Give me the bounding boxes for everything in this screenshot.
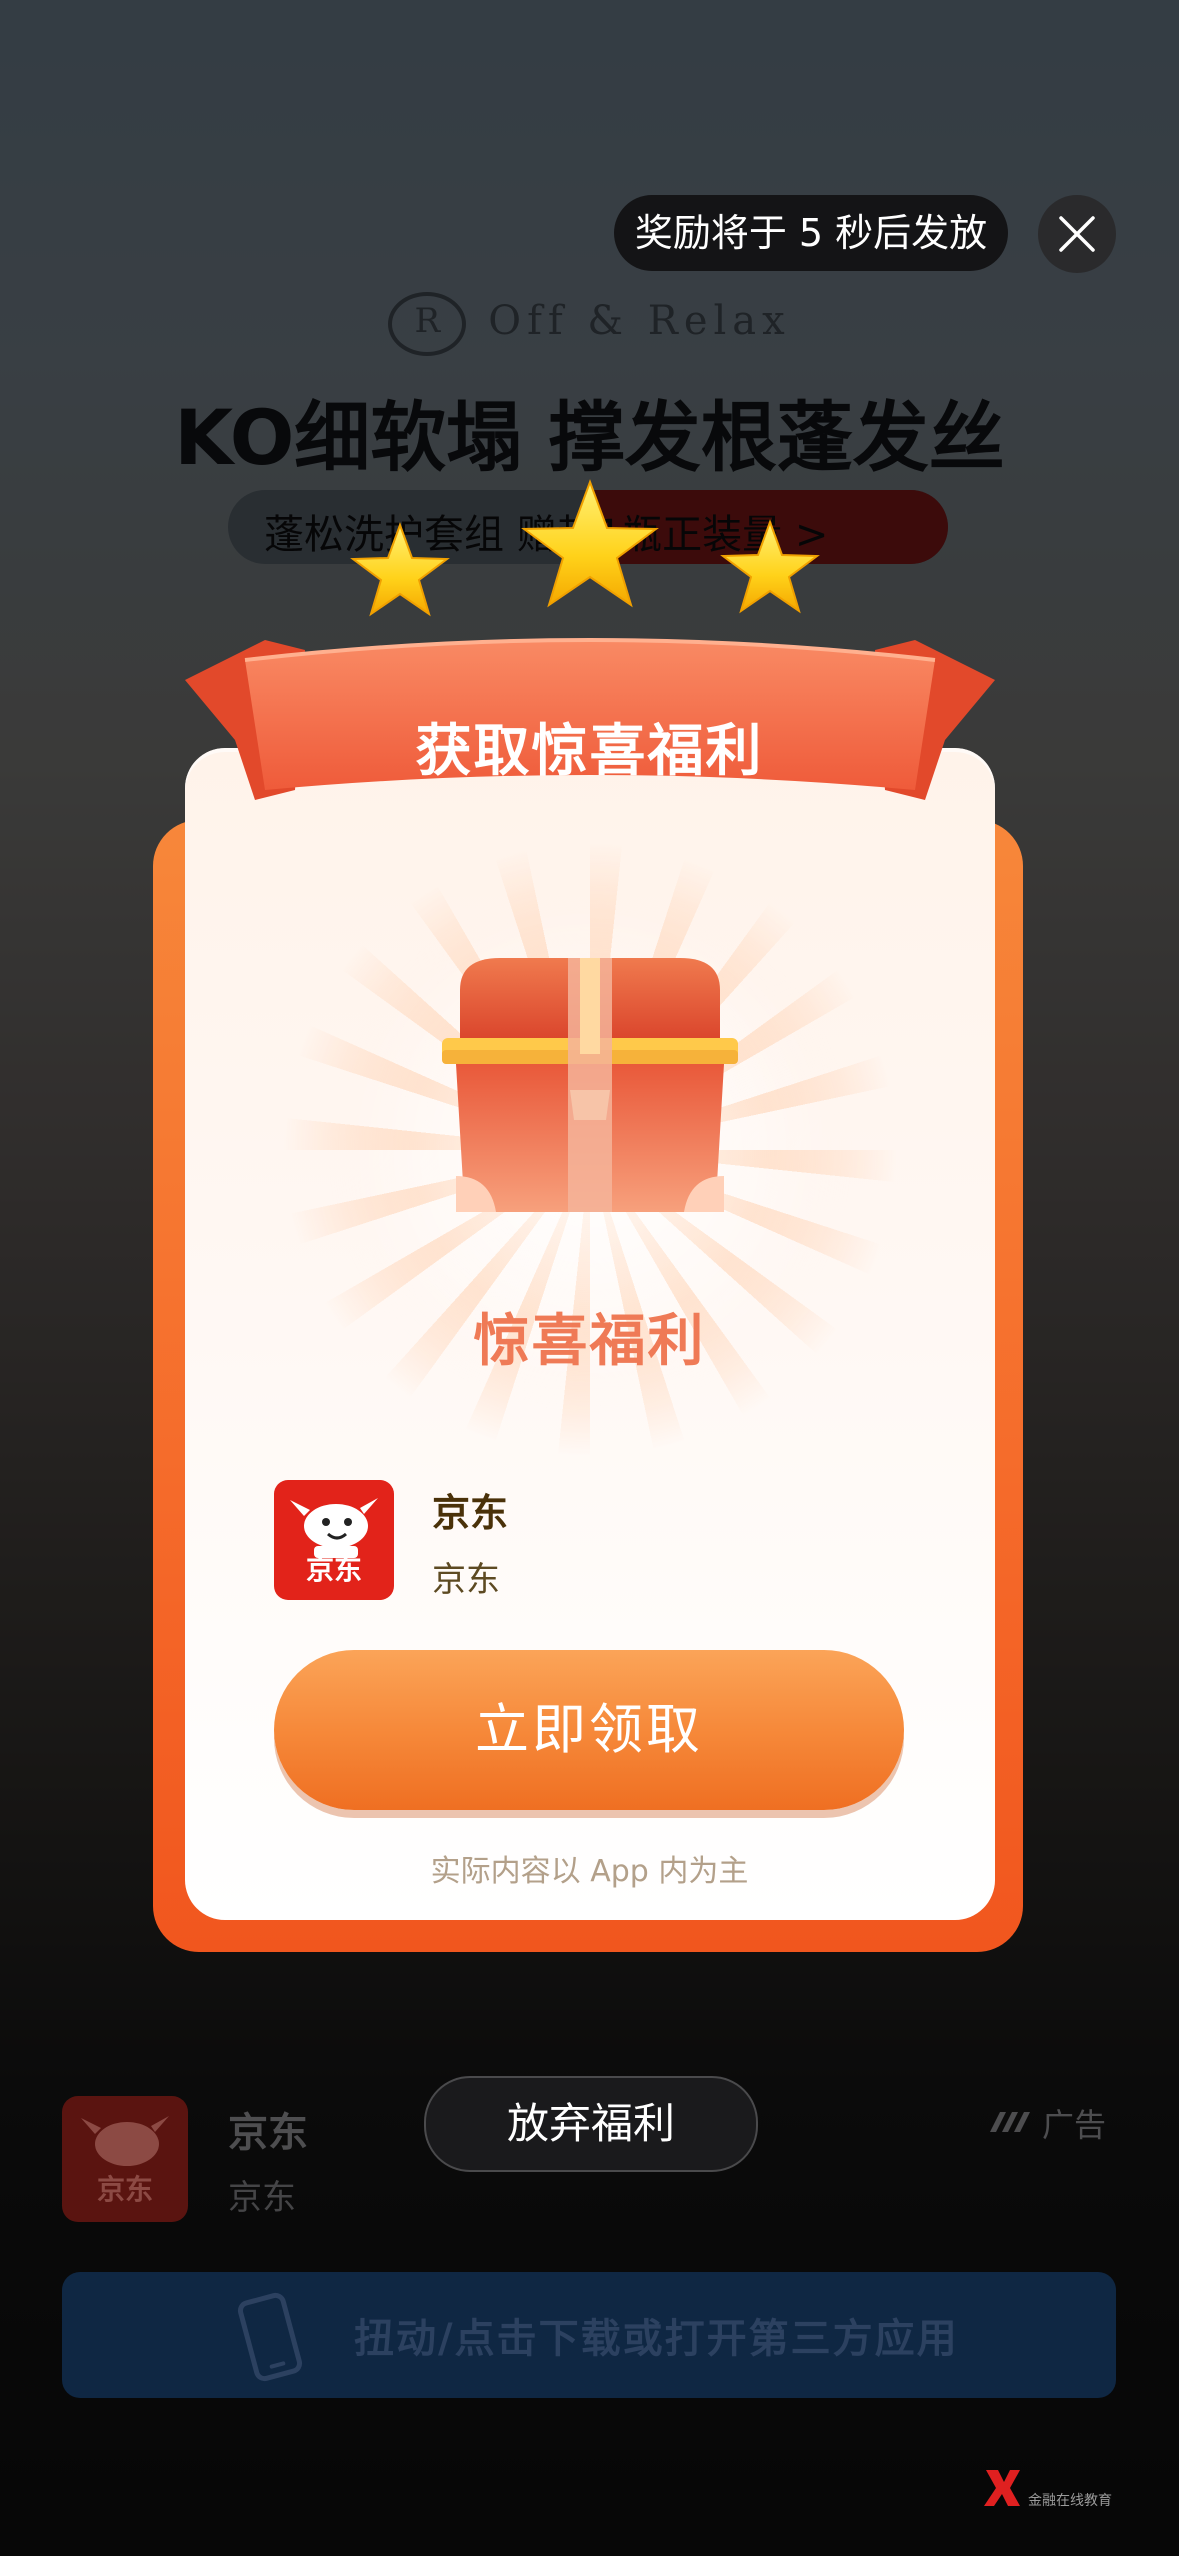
watermark-logo-icon (984, 2470, 1020, 2506)
star-icon (720, 519, 820, 614)
watermark-text: 金融在线教育 (1028, 2493, 1112, 2509)
close-icon (1059, 216, 1095, 252)
watermark: 金融在线教育 (982, 2466, 1132, 2518)
phone-shake-icon (237, 2292, 303, 2382)
bottom-ad-app-icon: 京东 (62, 2096, 188, 2222)
three-stars-icon (350, 479, 820, 617)
jd-app-icon: 京东 (274, 1480, 394, 1600)
bottom-ad-title: 京东 (228, 2110, 308, 2156)
star-icon (350, 522, 450, 617)
give-up-reward-button[interactable]: 放弃福利 (424, 2076, 758, 2172)
ad-tag: 广告 (1042, 2106, 1107, 2144)
jd-icon-text: 京东 (305, 1553, 362, 1586)
close-button[interactable] (1038, 195, 1116, 273)
disclaimer-text: 实际内容以 App 内为主 (430, 1854, 749, 1889)
ad-source-icon (990, 2112, 1030, 2132)
ribbon-title: 获取惊喜福利 (415, 719, 764, 784)
treasure-chest-icon (442, 958, 738, 1212)
star-icon (521, 479, 659, 608)
claim-now-button[interactable]: 立即领取 (274, 1650, 904, 1810)
app-subtitle: 京东 (432, 1560, 500, 1600)
reward-countdown: 奖励将于 5 秒后发放 (614, 195, 1008, 271)
app-name: 京东 (432, 1491, 509, 1535)
download-open-app-text: 扭动/点击下载或打开第三方应用 (354, 2316, 959, 2362)
bottom-ad-icon-text: 京东 (96, 2173, 153, 2206)
bottom-ad-subtitle: 京东 (228, 2178, 296, 2218)
prize-label: 惊喜福利 (473, 1309, 706, 1374)
